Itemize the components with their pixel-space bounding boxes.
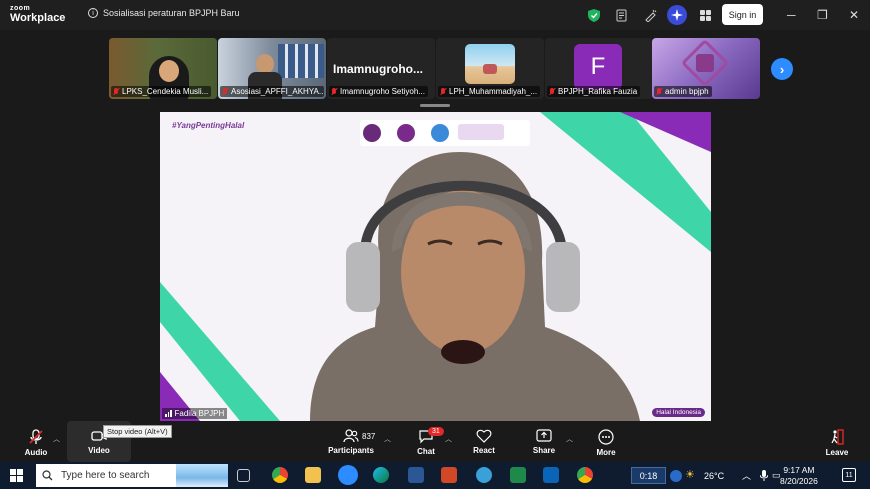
participant-name-label: BPJPH_Rafika Fauzia	[547, 86, 641, 97]
chrome-icon[interactable]	[272, 467, 288, 483]
media-time-indicator[interactable]: 0:18	[631, 467, 666, 484]
windows-taskbar: Type here to search 0:18 ☀ 26°C ︿ ▭ 9:17…	[0, 462, 870, 489]
profile-picture	[465, 44, 515, 84]
more-button[interactable]: More	[593, 421, 619, 462]
search-placeholder: Type here to search	[61, 470, 150, 481]
shield-security-icon[interactable]	[586, 7, 602, 23]
signal-strength-icon	[165, 410, 172, 417]
zoom-app-icon[interactable]	[338, 465, 358, 485]
powerpoint-icon[interactable]	[441, 467, 457, 483]
muted-mic-icon	[440, 87, 446, 96]
participant-tile[interactable]: admin bpjph	[652, 38, 760, 99]
chrome-profile-icon[interactable]	[577, 467, 593, 483]
outlook-icon[interactable]	[543, 467, 559, 483]
logo-text-bottom: Workplace	[10, 12, 66, 24]
muted-mic-icon	[222, 87, 228, 96]
title-bar: zoom Workplace i Sosialisasi peraturan B…	[0, 0, 870, 30]
participants-icon	[343, 429, 359, 443]
windows-start-icon[interactable]	[10, 469, 23, 487]
participant-name-label: Imamnugroho Setiyoh...	[329, 86, 428, 97]
participant-tile[interactable]: LPH_Muhammadiyah_...	[436, 38, 544, 99]
notes-icon[interactable]	[614, 7, 630, 23]
heart-icon	[476, 429, 492, 443]
participant-display-name: Imamnugroho...	[333, 62, 423, 76]
more-options-icon	[598, 429, 614, 445]
chat-options-chevron-icon[interactable]: ︿	[445, 434, 452, 444]
taskbar-search-box[interactable]: Type here to search	[36, 464, 228, 487]
meeting-info[interactable]: i Sosialisasi peraturan BPJPH Baru	[88, 8, 240, 18]
speaker-video-frame	[160, 112, 711, 421]
clock-date: 8/20/2026	[780, 475, 818, 486]
close-button[interactable]: ✕	[849, 8, 859, 22]
leave-exit-icon	[831, 429, 844, 445]
participant-name-label: LPKS_Cendekia Musli...	[111, 86, 212, 97]
participant-strip: LPKS_Cendekia Musli... Asosiasi_APFFI_AK…	[0, 30, 870, 108]
active-speaker-video: #YangPentingHalal Halal Indonesia Fadila…	[160, 112, 711, 421]
muted-microphone-icon	[29, 429, 43, 444]
audio-button[interactable]: Audio	[22, 421, 50, 462]
corner-label: Halal Indonesia	[652, 408, 705, 417]
microphone-tray-icon[interactable]	[760, 462, 768, 489]
clock-time: 9:17 AM	[783, 465, 815, 475]
leave-button[interactable]: Leave	[824, 421, 850, 462]
participant-tile[interactable]: Asosiasi_APFFI_AKHYA...	[218, 38, 326, 99]
resize-handle[interactable]	[420, 104, 450, 107]
avatar: F	[574, 44, 622, 90]
task-view-icon[interactable]	[237, 469, 250, 482]
participants-button[interactable]: Participants	[326, 421, 376, 462]
react-button[interactable]: React	[470, 421, 498, 462]
participant-tile[interactable]: F BPJPH_Rafika Fauzia	[545, 38, 653, 99]
muted-mic-icon	[331, 87, 337, 96]
info-icon[interactable]: i	[88, 8, 98, 18]
restore-button[interactable]: ❐	[817, 8, 828, 22]
word-icon[interactable]	[408, 467, 424, 483]
system-clock[interactable]: 9:17 AM 8/20/2026	[780, 465, 818, 486]
notifications-icon[interactable]: 11	[842, 468, 856, 482]
widget-icon[interactable]	[670, 470, 682, 482]
excel-icon[interactable]	[510, 467, 526, 483]
banner-hashtag: #YangPentingHalal	[172, 121, 245, 130]
participant-name-label: admin bpjph	[654, 86, 712, 97]
minimize-button[interactable]: ─	[787, 8, 796, 22]
apps-grid-icon[interactable]	[697, 7, 713, 23]
search-icon	[42, 470, 53, 481]
whiteboard-pen-icon[interactable]	[642, 7, 658, 23]
muted-mic-icon	[113, 87, 119, 96]
participant-name-label: LPH_Muhammadiyah_...	[438, 86, 541, 97]
muted-mic-icon	[549, 87, 555, 96]
edge-icon[interactable]	[373, 467, 389, 483]
notification-count: 11	[845, 471, 853, 479]
participant-name-label: Asosiasi_APFFI_AKHYA...	[220, 86, 324, 97]
file-explorer-icon[interactable]	[305, 467, 321, 483]
video-tooltip: Stop video (Alt+V)	[103, 425, 172, 438]
chat-unread-badge: 31	[428, 427, 444, 436]
participant-tile[interactable]: Imamnugroho... Imamnugroho Setiyoh...	[327, 38, 435, 99]
participants-options-chevron-icon[interactable]: ︿	[384, 434, 391, 444]
participants-count: 837	[362, 432, 376, 441]
weather-temperature[interactable]: 26°C	[704, 462, 724, 489]
muted-mic-icon	[656, 87, 662, 96]
zoom-workplace-logo: zoom Workplace	[10, 5, 65, 24]
show-hidden-icons-chevron-icon[interactable]: ︿	[742, 462, 751, 489]
share-screen-icon	[536, 429, 552, 442]
speaker-name-label: Fadila BPJPH	[162, 408, 228, 419]
share-options-chevron-icon[interactable]: ︿	[566, 434, 573, 444]
participant-tile[interactable]: LPKS_Cendekia Musli...	[109, 38, 217, 99]
ai-companion-icon[interactable]	[667, 5, 687, 25]
weather-sun-icon: ☀	[685, 469, 695, 481]
audio-options-chevron-icon[interactable]: ︿	[53, 434, 60, 444]
internet-explorer-icon[interactable]	[476, 467, 492, 483]
next-page-button[interactable]: ›	[771, 58, 793, 80]
share-button[interactable]: Share	[531, 421, 557, 462]
logo-text-top: zoom	[10, 5, 31, 12]
sign-in-button[interactable]: Sign in	[722, 4, 763, 25]
meeting-title: Sosialisasi peraturan BPJPH Baru	[103, 8, 240, 18]
